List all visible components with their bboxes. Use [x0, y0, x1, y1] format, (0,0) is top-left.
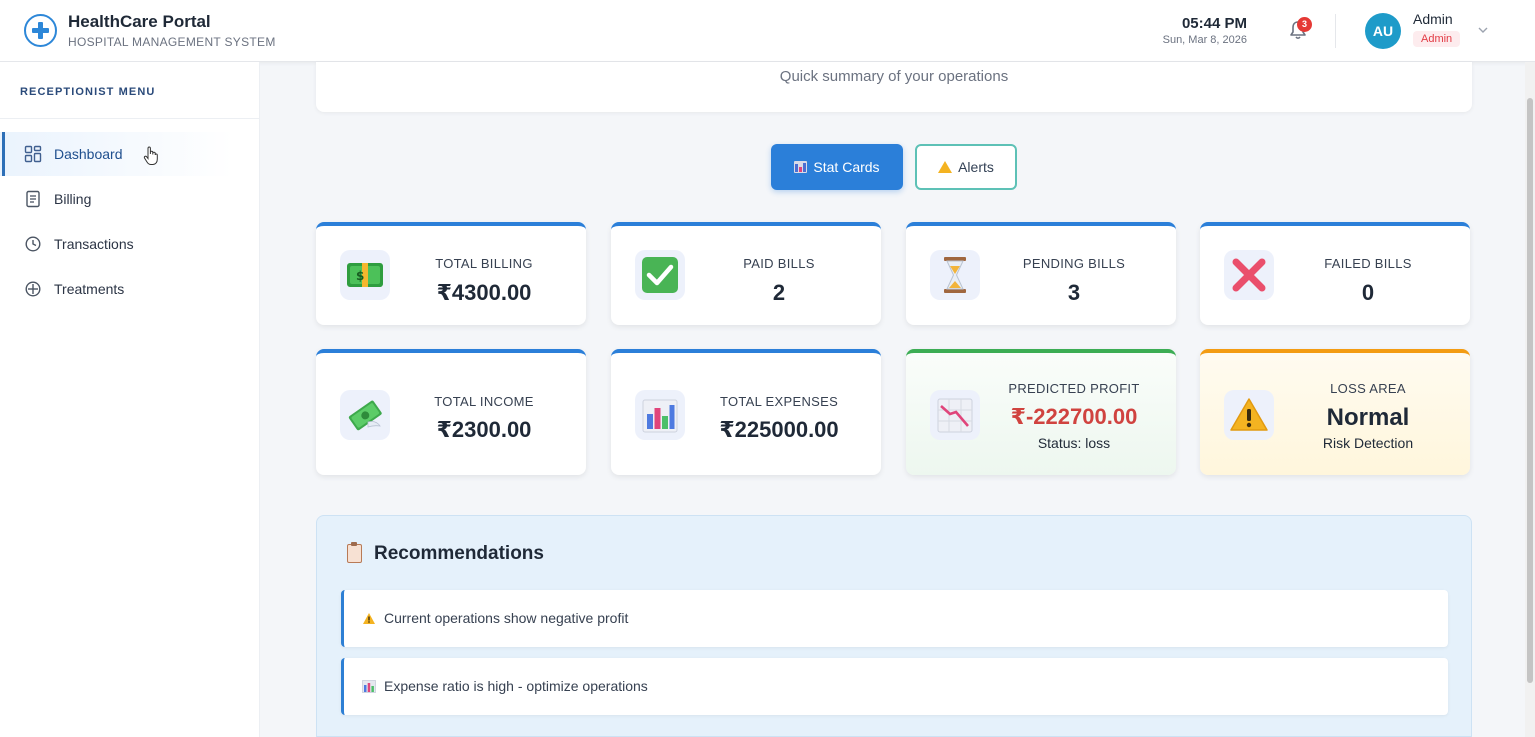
user-role-badge: Admin	[1413, 31, 1461, 47]
recommendation-text: Expense ratio is high - optimize operati…	[384, 678, 648, 694]
summary-text: Quick summary of your operations	[779, 68, 1009, 85]
stat-label: TOTAL BILLING	[435, 256, 533, 271]
sidebar-item-billing[interactable]: Billing	[0, 177, 259, 221]
cash-icon: $	[340, 250, 390, 300]
stat-value: 2	[772, 280, 786, 305]
stat-card-total-income: TOTAL INCOME ₹2300.00	[316, 349, 586, 475]
warning-icon	[1224, 390, 1274, 440]
document-icon	[26, 190, 40, 208]
sidebar-item-label: Transactions	[54, 236, 134, 252]
cross-icon	[1224, 250, 1274, 300]
recommendations-panel: Recommendations Current operations show …	[316, 515, 1472, 737]
avatar[interactable]: AU	[1365, 13, 1401, 49]
medical-cross-logo-icon	[24, 14, 57, 47]
stat-card-failed-bills: FAILED BILLS 0	[1200, 222, 1470, 325]
recommendation-item: Expense ratio is high - optimize operati…	[341, 658, 1448, 715]
sidebar-item-label: Billing	[54, 191, 92, 207]
stat-value: 3	[1067, 280, 1081, 305]
summary-card: Quick summary of your operations	[316, 62, 1472, 112]
stat-subtext: Risk Detection	[1322, 435, 1414, 451]
app-title: HealthCare Portal	[68, 12, 211, 31]
sidebar-heading: RECEPTIONIST MENU	[20, 86, 156, 98]
stat-label: TOTAL EXPENSES	[719, 394, 839, 409]
user-name[interactable]: Admin	[1413, 11, 1453, 27]
stat-value: ₹2300.00	[436, 417, 532, 442]
stat-label: PREDICTED PROFIT	[1008, 381, 1140, 396]
stat-card-total-billing: $ TOTAL BILLING ₹4300.00	[316, 222, 586, 325]
recommendations-title: Recommendations	[374, 543, 544, 564]
stat-label: TOTAL INCOME	[434, 394, 534, 409]
stat-value: ₹4300.00	[436, 280, 532, 305]
sidebar-item-dashboard[interactable]: Dashboard	[0, 132, 259, 176]
sidebar-item-label: Treatments	[54, 281, 125, 297]
recommendation-item: Current operations show negative profit	[341, 590, 1448, 647]
stat-status: Status: loss	[1037, 435, 1111, 451]
scrollbar-thumb[interactable]	[1527, 98, 1533, 683]
bar-chart-icon	[362, 680, 376, 693]
stat-value: 0	[1361, 280, 1375, 305]
page-scrollbar[interactable]	[1525, 62, 1535, 737]
clock-date: Sun, Mar 8, 2026	[1162, 34, 1247, 46]
plus-circle-icon	[25, 281, 41, 297]
stat-value: ₹225000.00	[719, 417, 839, 442]
stat-card-loss-area: LOSS AREA Normal Risk Detection	[1200, 349, 1470, 475]
stat-label: LOSS AREA	[1330, 381, 1406, 396]
warning-icon	[363, 613, 375, 624]
notification-badge: 3	[1297, 17, 1312, 32]
check-icon	[635, 250, 685, 300]
bar-chart-icon	[635, 390, 685, 440]
alerts-label: Alerts	[958, 159, 994, 175]
money-wings-icon	[340, 390, 390, 440]
clock-time: 05:44 PM	[1181, 15, 1247, 32]
stat-card-total-expenses: TOTAL EXPENSES ₹225000.00	[611, 349, 881, 475]
grid-icon	[24, 145, 42, 163]
stat-label: PENDING BILLS	[1022, 256, 1126, 271]
warning-icon	[938, 161, 953, 173]
bar-chart-icon	[794, 161, 808, 173]
stat-card-pending-bills: PENDING BILLS 3	[906, 222, 1176, 325]
alerts-button[interactable]: Alerts	[915, 144, 1017, 190]
clock-icon	[25, 236, 41, 252]
sidebar: RECEPTIONIST MENU Dashboard Billing Tran…	[0, 62, 260, 737]
stat-label: FAILED BILLS	[1324, 256, 1412, 271]
trend-down-icon	[930, 390, 980, 440]
stat-label: PAID BILLS	[743, 256, 815, 271]
svg-text:$: $	[356, 269, 364, 283]
sidebar-item-transactions[interactable]: Transactions	[0, 222, 259, 266]
stat-cards-button[interactable]: Stat Cards	[771, 144, 903, 190]
hand-cursor-icon	[143, 146, 158, 165]
stat-card-paid-bills: PAID BILLS 2	[611, 222, 881, 325]
top-header: HealthCare Portal HOSPITAL MANAGEMENT SY…	[0, 0, 1535, 62]
clipboard-icon	[347, 542, 362, 563]
sidebar-item-treatments[interactable]: Treatments	[0, 267, 259, 311]
header-divider	[1335, 14, 1336, 48]
stat-value: Normal	[1326, 404, 1410, 431]
stat-card-predicted-profit: PREDICTED PROFIT ₹-222700.00 Status: los…	[906, 349, 1176, 475]
recommendation-text: Current operations show negative profit	[384, 610, 629, 626]
sidebar-item-label: Dashboard	[54, 146, 123, 162]
chevron-down-icon[interactable]	[1477, 24, 1489, 36]
stat-value: ₹-222700.00	[1010, 404, 1138, 429]
hourglass-icon	[930, 250, 980, 300]
stat-cards-label: Stat Cards	[813, 159, 880, 175]
sidebar-divider	[0, 118, 259, 119]
app-subtitle: HOSPITAL MANAGEMENT SYSTEM	[68, 35, 276, 49]
